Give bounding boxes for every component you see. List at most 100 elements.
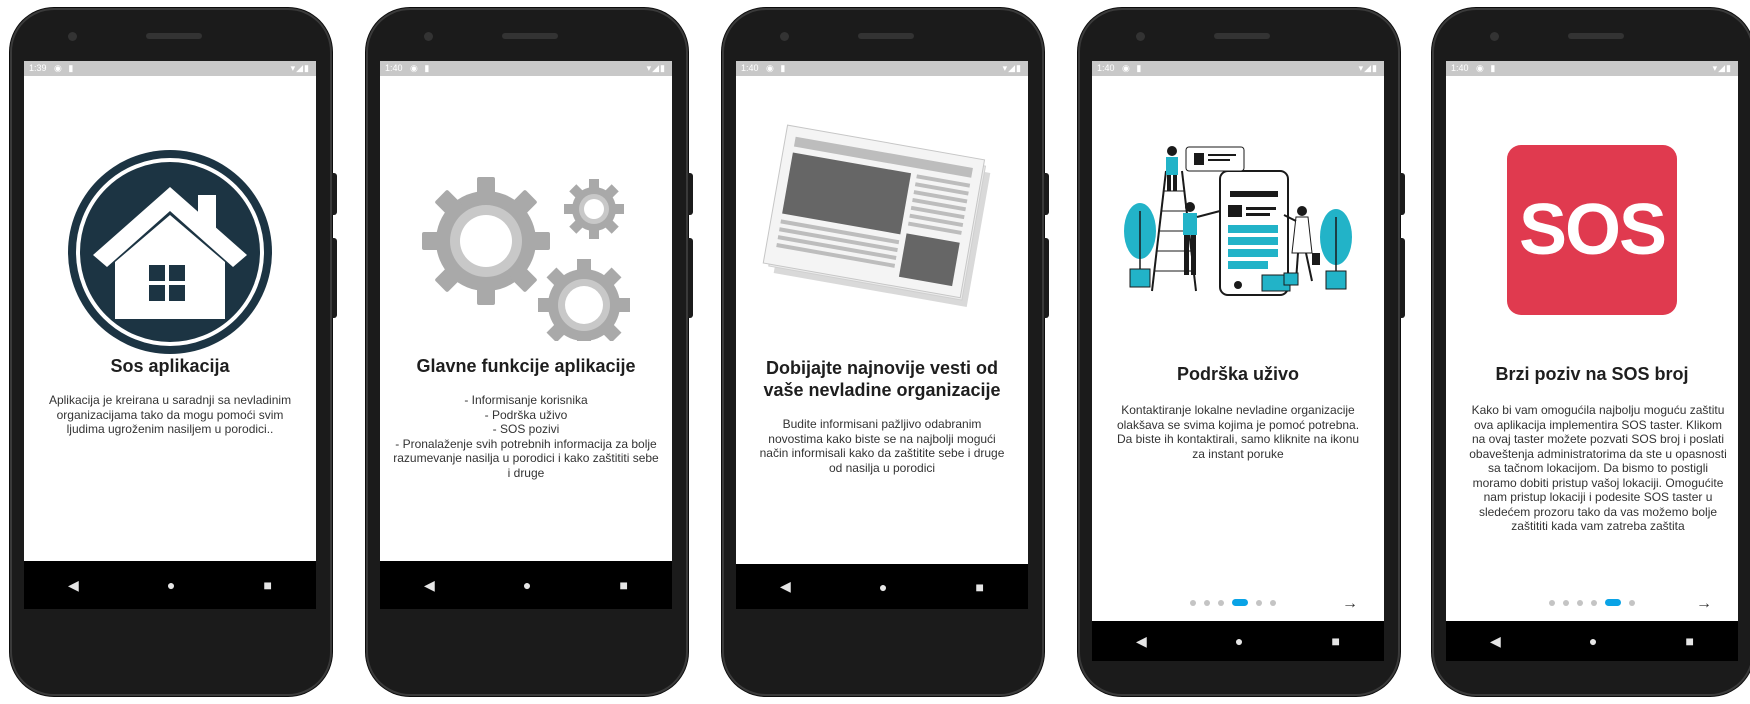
front-camera <box>1490 32 1499 41</box>
screen: 1:40 ◉ ▮ ▾◢▮ <box>1092 61 1384 621</box>
home-icon[interactable]: ● <box>879 579 887 595</box>
home-icon[interactable]: ● <box>1235 633 1243 649</box>
system-nav-bar: ◀ ● ■ <box>1092 621 1384 661</box>
signal-battery-icons: ▾◢▮ <box>1712 63 1732 73</box>
notification-icons: ◉ ▮ <box>410 63 432 73</box>
back-icon[interactable]: ◀ <box>424 577 435 594</box>
status-time: 1:40 <box>1451 63 1469 73</box>
page-indicator <box>1190 599 1276 606</box>
system-nav-bar: ◀ ● ■ <box>1446 621 1738 661</box>
back-icon[interactable]: ◀ <box>1136 633 1147 650</box>
status-bar: 1:40 ◉ ▮ ▾◢▮ <box>380 61 672 76</box>
page-indicator <box>1549 599 1635 606</box>
system-nav-bar: ◀ ● ■ <box>24 561 316 609</box>
front-camera <box>780 32 789 41</box>
back-icon[interactable]: ◀ <box>68 577 79 594</box>
status-bar: 1:40 ◉ ▮ ▾◢▮ <box>1092 61 1384 76</box>
recents-icon[interactable]: ■ <box>1685 633 1693 649</box>
power-button <box>1400 173 1405 215</box>
earpiece-speaker <box>858 33 914 39</box>
home-icon[interactable]: ● <box>1589 633 1597 649</box>
power-button <box>332 173 337 215</box>
page-description: Kako bi vam omogućila najbolju moguću za… <box>1469 403 1727 533</box>
phone-5: 1:40 ◉ ▮ ▾◢▮ SOS Brzi poziv na SOS broj … <box>1432 8 1750 696</box>
page-dot[interactable] <box>1204 599 1210 606</box>
power-button <box>688 173 693 215</box>
screen: 1:40 ◉ ▮ ▾◢▮ <box>380 61 672 609</box>
recents-icon[interactable]: ■ <box>975 579 983 595</box>
phone-3: 1:40 ◉ ▮ ▾◢▮ Dobijajte najnovije vesti o… <box>722 8 1049 696</box>
status-bar: 1:39 ◉ ▮ ▾◢▮ <box>24 61 316 76</box>
volume-button <box>1400 238 1405 318</box>
page-dot[interactable] <box>1256 599 1262 606</box>
phone-1: 1:39 ◉ ▮ ▾◢▮ Sos aplikacija Aplikacija j… <box>10 8 337 696</box>
earpiece-speaker <box>146 33 202 39</box>
status-bar: 1:40 ◉ ▮ ▾◢▮ <box>1446 61 1738 76</box>
page-description: Aplikacija je kreirana u saradnji sa nev… <box>48 393 292 436</box>
next-arrow-button[interactable]: → <box>1342 596 1358 612</box>
status-time: 1:40 <box>1097 63 1115 73</box>
page-title: Sos aplikacija <box>110 356 230 376</box>
notification-icons: ◉ ▮ <box>54 63 76 73</box>
recents-icon[interactable]: ■ <box>1331 633 1339 649</box>
status-bar: 1:40 ◉ ▮ ▾◢▮ <box>736 61 1028 76</box>
notification-icons: ◉ ▮ <box>1122 63 1144 73</box>
page-dot[interactable] <box>1190 599 1196 606</box>
recents-icon[interactable]: ■ <box>619 577 627 593</box>
page-title: Podrška uživo <box>1176 364 1300 384</box>
front-camera <box>68 32 77 41</box>
signal-battery-icons: ▾◢▮ <box>290 63 310 73</box>
page-description: - Informisanje korisnika - Podrška uživo… <box>393 393 659 480</box>
house-icon <box>24 147 316 357</box>
earpiece-speaker <box>502 33 558 39</box>
volume-button <box>332 238 337 318</box>
notification-icons: ◉ ▮ <box>1476 63 1498 73</box>
system-nav-bar: ◀ ● ■ <box>736 564 1028 609</box>
volume-button <box>688 238 693 318</box>
power-button <box>1044 173 1049 215</box>
front-camera <box>424 32 433 41</box>
home-icon[interactable]: ● <box>523 577 531 593</box>
page-title: Glavne funkcije aplikacije <box>416 356 636 376</box>
support-team-icon <box>1092 141 1384 311</box>
page-description: Kontaktiranje lokalne nevladine organiza… <box>1116 403 1360 461</box>
status-time: 1:40 <box>385 63 403 73</box>
sos-icon: SOS <box>1446 145 1738 315</box>
back-icon[interactable]: ◀ <box>780 578 791 595</box>
screen: 1:40 ◉ ▮ ▾◢▮ <box>736 61 1028 609</box>
page-dot[interactable] <box>1577 599 1583 606</box>
back-icon[interactable]: ◀ <box>1490 633 1501 650</box>
page-dot-active[interactable] <box>1232 599 1248 606</box>
gears-icon <box>380 161 672 341</box>
page-title: Dobijajte najnovije vesti od vaše nevlad… <box>763 358 1001 400</box>
page-dot-active[interactable] <box>1605 599 1621 606</box>
status-time: 1:40 <box>741 63 759 73</box>
sos-logo-text: SOS <box>1518 190 1667 270</box>
page-dot[interactable] <box>1270 599 1276 606</box>
screen: 1:39 ◉ ▮ ▾◢▮ Sos aplikacija Aplikacija j… <box>24 61 316 609</box>
signal-battery-icons: ▾◢▮ <box>1002 63 1022 73</box>
page-dot[interactable] <box>1563 599 1569 606</box>
next-arrow-button[interactable]: → <box>1696 596 1712 612</box>
signal-battery-icons: ▾◢▮ <box>646 63 666 73</box>
earpiece-speaker <box>1214 33 1270 39</box>
page-description: Budite informisani pažljivo odabranim no… <box>759 417 1005 475</box>
front-camera <box>1136 32 1145 41</box>
page-dot[interactable] <box>1591 599 1597 606</box>
phone-4: 1:40 ◉ ▮ ▾◢▮ Podrška uživo Kontaktiranje… <box>1078 8 1405 696</box>
volume-button <box>1044 238 1049 318</box>
page-dot[interactable] <box>1218 599 1224 606</box>
page-title: Brzi poziv na SOS broj <box>1495 364 1689 384</box>
recents-icon[interactable]: ■ <box>263 577 271 593</box>
phone-2: 1:40 ◉ ▮ ▾◢▮ Glavne funkcije aplikacije … <box>366 8 693 696</box>
page-dot[interactable] <box>1549 599 1555 606</box>
newspaper-icon <box>736 123 1028 323</box>
page-dot[interactable] <box>1629 599 1635 606</box>
system-nav-bar: ◀ ● ■ <box>380 561 672 609</box>
screen: 1:40 ◉ ▮ ▾◢▮ SOS Brzi poziv na SOS broj … <box>1446 61 1738 621</box>
earpiece-speaker <box>1568 33 1624 39</box>
status-time: 1:39 <box>29 63 47 73</box>
notification-icons: ◉ ▮ <box>766 63 788 73</box>
home-icon[interactable]: ● <box>167 577 175 593</box>
signal-battery-icons: ▾◢▮ <box>1358 63 1378 73</box>
